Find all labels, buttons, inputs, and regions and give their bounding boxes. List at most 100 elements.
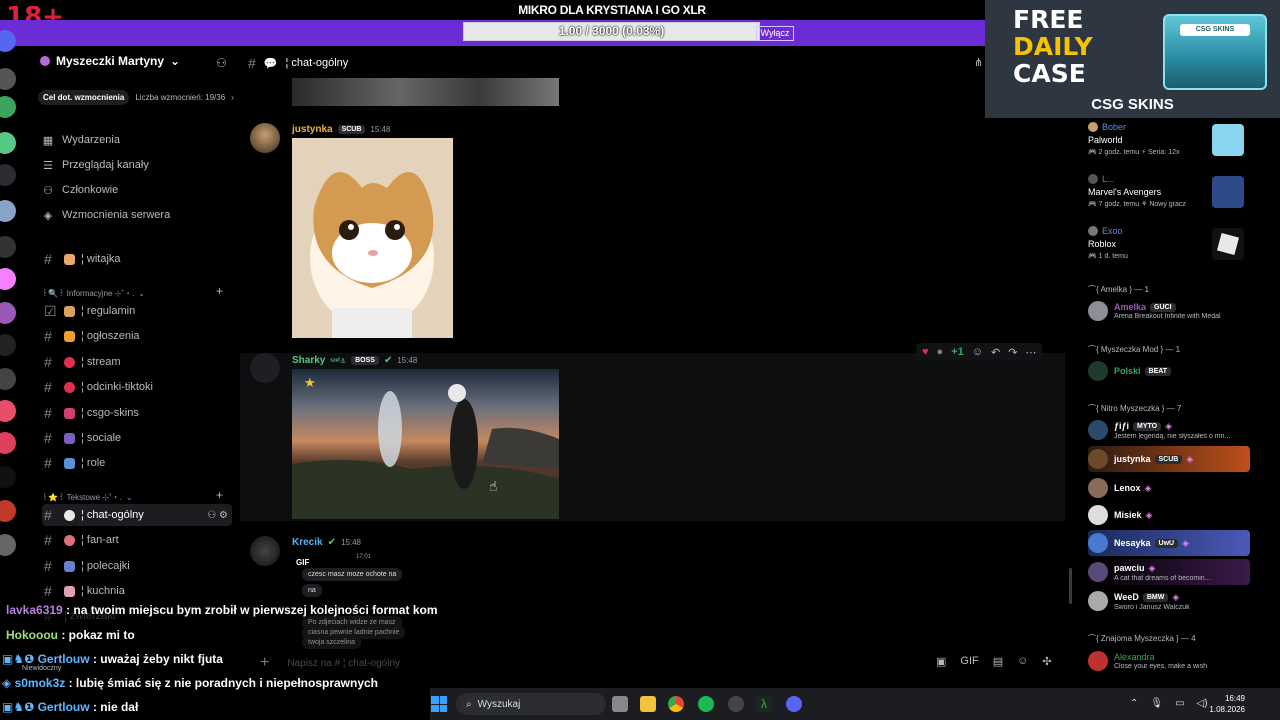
channel-fan-art[interactable]: # ¦ fan-art <box>42 529 232 551</box>
server-icon[interactable] <box>0 236 16 258</box>
microphone-icon[interactable]: 🎙 <box>1150 698 1163 709</box>
category-informacyjne[interactable]: ꒰🔍꒱ Informacyjne ⊹˚・. ⌄ <box>42 287 145 299</box>
nav-members[interactable]: ⚇ Członkowie <box>42 181 118 199</box>
chevron-up-icon[interactable]: ⌃ <box>1130 698 1138 709</box>
member-item[interactable]: Misiek ◈ <box>1088 502 1250 528</box>
member-status: A cat that dreams of becomin... <box>1114 574 1211 582</box>
nav-browse-channels[interactable]: ☰ Przeglądaj kanały <box>42 156 149 174</box>
spotify-icon[interactable] <box>698 696 714 712</box>
username[interactable]: justynka <box>292 124 333 135</box>
server-icon[interactable] <box>0 534 16 556</box>
server-icon[interactable] <box>0 30 16 52</box>
activity-card[interactable]: Exoo Roblox 🎮 1 d. temu <box>1088 226 1128 260</box>
server-icon[interactable] <box>0 132 16 154</box>
reaction-count[interactable]: +1 <box>951 346 964 358</box>
category-tekstowe[interactable]: ꒰⭐꒱ Tekstowe ⊹˚・. ⌄ <box>42 491 133 503</box>
csgo-skins-ad[interactable]: FREE DAILY CASE CSG SKINS CSG SKINS <box>985 0 1280 118</box>
turtle-reaction-icon[interactable]: ● <box>937 346 944 358</box>
message-image-attachment[interactable] <box>292 78 559 106</box>
member-item[interactable]: Amelka GUCI Arena Breakout Infinite with M… <box>1088 298 1250 324</box>
member-item[interactable]: ƒiƒi MYTO ◈ Jestem legendą, nie słyszałeś o… <box>1088 417 1250 443</box>
add-reaction-icon[interactable]: ☺ <box>972 346 983 358</box>
app-icon[interactable]: λ <box>756 696 772 712</box>
gif-label: GIF <box>296 558 310 567</box>
member-item[interactable]: Alexandra Close your eyes, make a wish <box>1088 648 1250 674</box>
avatar[interactable] <box>250 123 280 153</box>
channel-witajka[interactable]: # ¦ witajka <box>42 248 232 270</box>
channel-chat-ogolny[interactable]: # ¦ chat-ogólny ⚇ ⚙ <box>42 504 232 526</box>
emoji-icon[interactable]: ☺ <box>1017 655 1028 668</box>
channel-csgo-skins[interactable]: # ¦ csgo-skins <box>42 402 232 424</box>
gift-icon[interactable]: ▣ <box>936 655 946 668</box>
nav-events[interactable]: ▦ Wydarzenia <box>42 131 120 149</box>
threads-icon[interactable]: ⋔ <box>974 56 983 69</box>
server-icon[interactable] <box>0 164 16 186</box>
server-icon[interactable] <box>0 466 16 488</box>
member-item[interactable]: pawciu ◈ A cat that dreams of becomin... <box>1088 559 1250 585</box>
channel-role[interactable]: # ¦ role <box>42 452 232 474</box>
channel-sociale[interactable]: # ¦ sociale <box>42 427 232 449</box>
sunset-image-attachment[interactable]: ★ <box>292 369 559 519</box>
file-explorer-icon[interactable] <box>640 696 656 712</box>
settings-gear-icon[interactable]: ⚇ ⚙ <box>207 510 228 521</box>
taskbar-clock[interactable]: 16:49 1.08.2026 <box>1205 693 1245 715</box>
username[interactable]: Krecik <box>292 537 323 548</box>
activity-card[interactable]: L... Marvel's Avengers 🎮 7 godz. temu ⚘ … <box>1088 174 1186 208</box>
apps-icon[interactable]: ✣ <box>1042 655 1051 668</box>
task-view-icon[interactable] <box>612 696 628 712</box>
app-icon[interactable] <box>728 696 744 712</box>
avatar <box>1088 505 1108 525</box>
avatar[interactable] <box>250 536 280 566</box>
add-channel-icon[interactable]: + <box>216 284 223 298</box>
forward-icon[interactable]: ↷ <box>1008 346 1017 359</box>
gif-icon[interactable]: GIF <box>960 655 978 668</box>
username[interactable]: Sharky <box>292 355 325 366</box>
server-icon[interactable] <box>0 302 16 324</box>
member-item[interactable]: Polski BEAT <box>1088 358 1250 384</box>
server-icon[interactable] <box>0 96 16 118</box>
more-options-icon[interactable]: ⋯ <box>1025 346 1036 359</box>
server-icon[interactable] <box>0 200 16 222</box>
server-icon[interactable] <box>0 334 16 356</box>
nav-server-boosts[interactable]: ◈ Wzmocnienia serwera <box>42 206 170 224</box>
server-header[interactable]: Myszeczki Martyny ⌄ <box>40 54 180 68</box>
member-item[interactable]: Nesayka UwU ◈ <box>1088 530 1250 556</box>
heart-reaction-icon[interactable]: ♥ <box>922 346 929 358</box>
disable-button[interactable]: Wyłącz <box>756 26 794 41</box>
cat-photo-attachment[interactable] <box>292 138 453 338</box>
boost-goal-bar[interactable]: Cel dot. wzmocnienia Liczba wzmocnień: 1… <box>38 90 234 105</box>
reply-icon[interactable]: ↶ <box>991 346 1000 359</box>
chrome-icon[interactable] <box>668 696 684 712</box>
member-item[interactable]: Lenox ◈ <box>1088 475 1250 501</box>
member-name: Nesayka <box>1114 538 1151 548</box>
nav-label: Przeglądaj kanały <box>62 159 149 171</box>
windows-start-icon[interactable] <box>431 696 447 712</box>
badge-icons: ▣♞❶ <box>2 652 38 666</box>
member-item[interactable]: WeeD BMW ◈ Sworo i Janusz Walczuk <box>1088 588 1250 614</box>
channel-regulamin[interactable]: ☑ ¦ regulamin <box>42 300 232 322</box>
case-image: CSG SKINS <box>1163 14 1267 90</box>
channel-polecajki[interactable]: # ¦ polecajki <box>42 555 232 577</box>
boost-icon: ◈ <box>43 209 53 222</box>
server-icon[interactable] <box>0 268 16 290</box>
taskbar-search[interactable]: ⌕ Wyszukaj <box>456 693 606 715</box>
avatar[interactable] <box>250 353 280 383</box>
activity-card[interactable]: Bober Palworld 🎮 2 godz. temu ⚡ Seria: 1… <box>1088 122 1180 156</box>
channel-stream[interactable]: # ¦ stream <box>42 351 232 373</box>
sticker-icon[interactable]: ▤ <box>993 655 1003 668</box>
invite-icon[interactable]: ⚇ <box>216 56 230 70</box>
server-icon[interactable] <box>0 68 16 90</box>
add-channel-icon[interactable]: + <box>216 488 223 502</box>
server-icon[interactable] <box>0 368 16 390</box>
channel-odcinki-tiktoki[interactable]: # ¦ odcinki-tiktoki <box>42 376 232 398</box>
boost-count: Liczba wzmocnień: 19/36 <box>135 93 226 102</box>
server-icon[interactable] <box>0 400 16 422</box>
server-icon[interactable] <box>0 500 16 522</box>
channel-ogloszenia[interactable]: # ¦ ogłoszenia <box>42 325 232 347</box>
server-icon[interactable] <box>0 432 16 454</box>
channel-kuchnia[interactable]: # ¦ kuchnia <box>42 580 232 602</box>
calendar-icon: ▦ <box>42 134 54 147</box>
discord-icon[interactable] <box>786 696 802 712</box>
display-icon[interactable]: ▭ <box>1175 698 1184 709</box>
member-item[interactable]: justynka SCUB ◈ <box>1088 446 1250 472</box>
